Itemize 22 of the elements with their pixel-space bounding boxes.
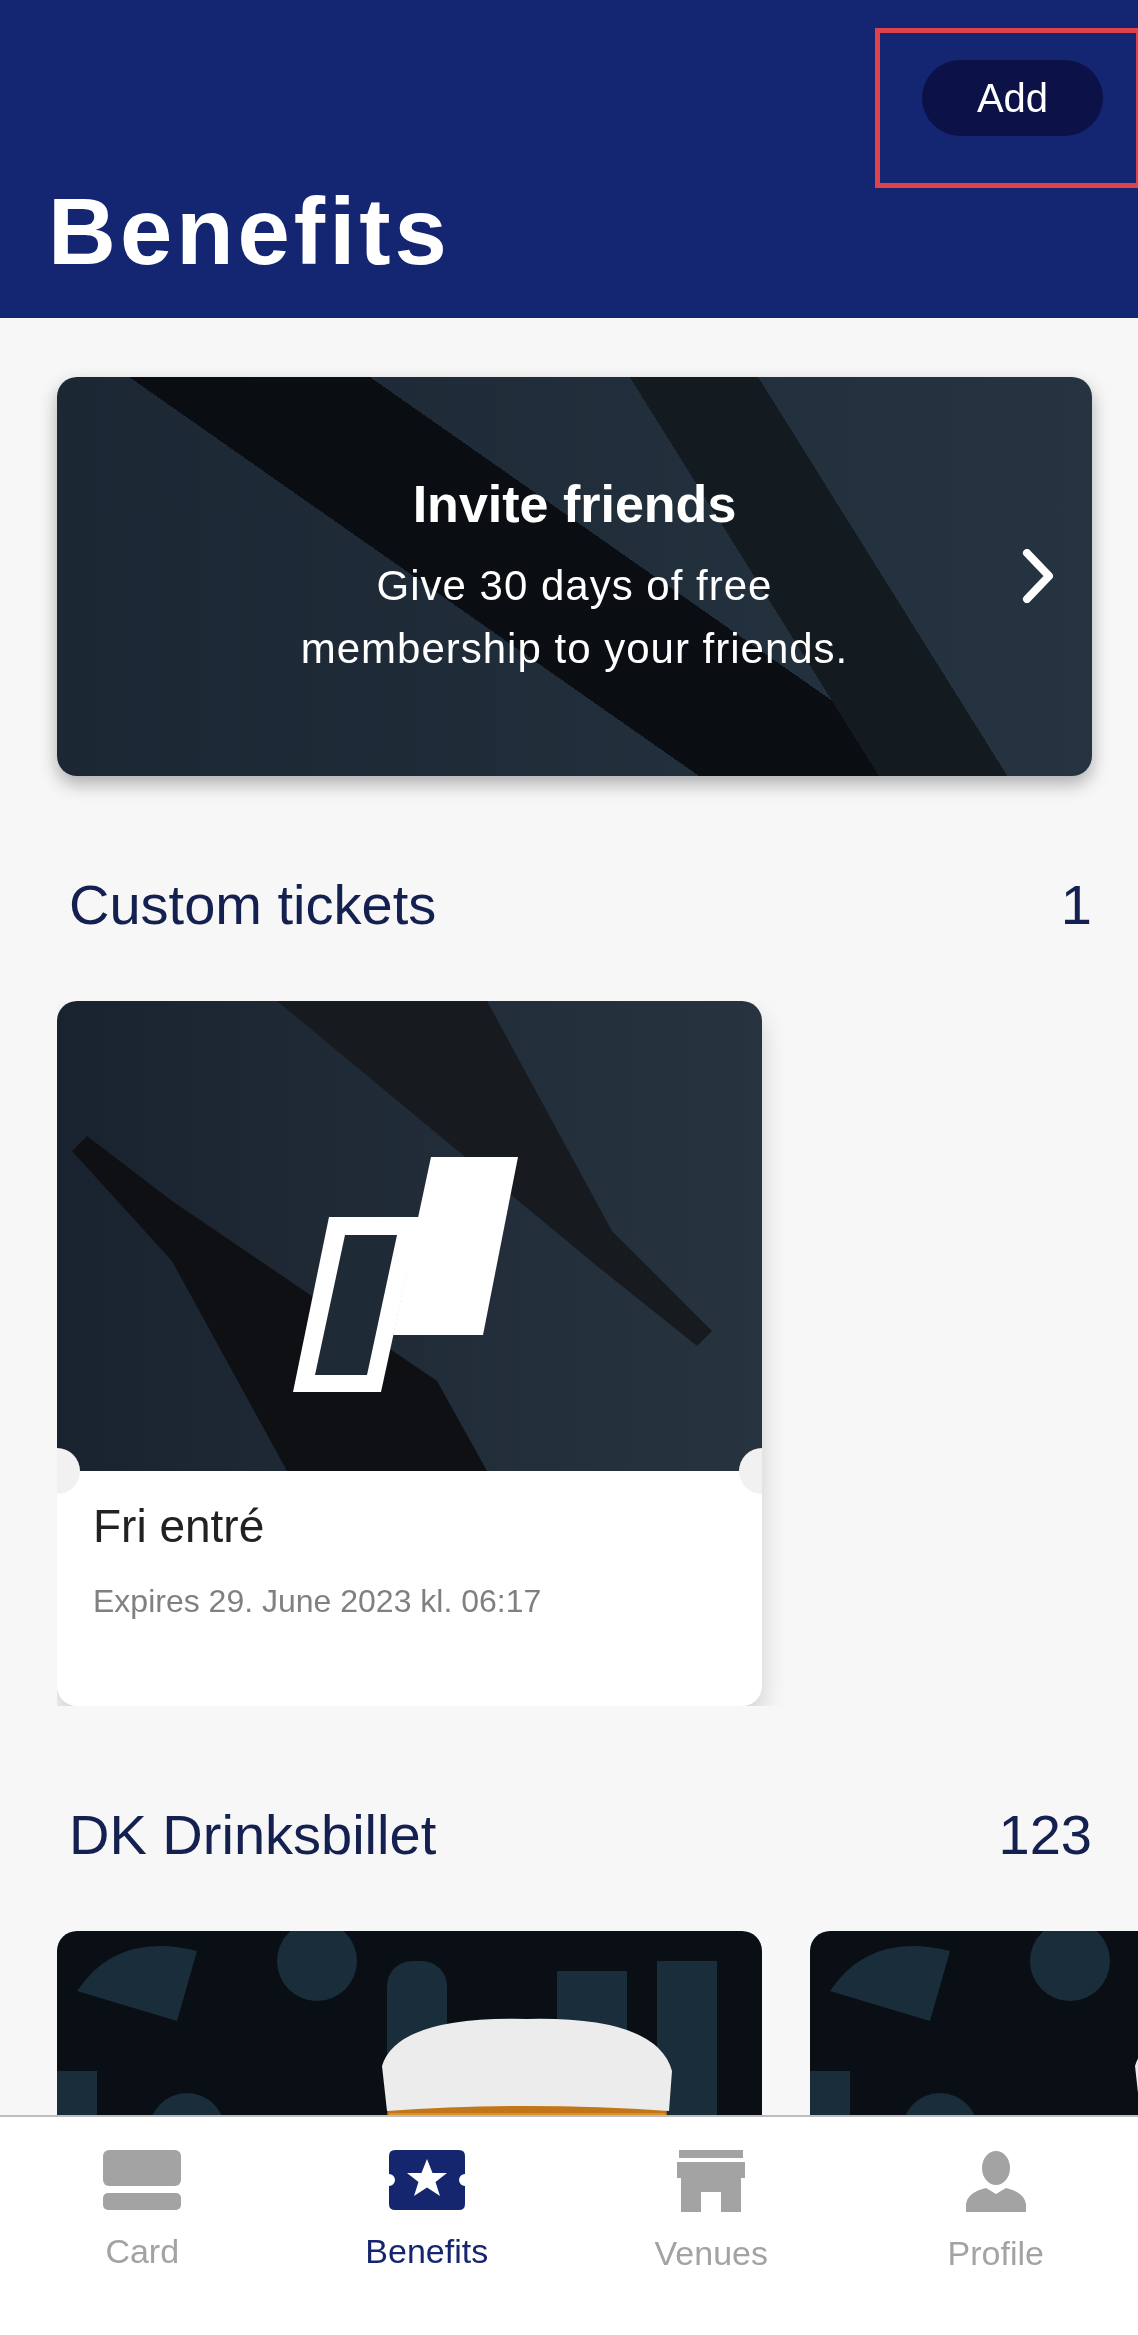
section-title: DK Drinksbillet — [69, 1802, 437, 1867]
tab-label: Benefits — [365, 2232, 489, 2271]
tab-label: Profile — [947, 2234, 1044, 2273]
ticket-star-icon — [388, 2150, 465, 2210]
chevron-right-icon — [1022, 549, 1054, 603]
expiry-date: Expires 29. June 2023 kl. 06:17 — [93, 1583, 543, 1620]
banner-text: Give 30 days of free membership to your friends. — [299, 560, 850, 674]
person-icon — [965, 2150, 1026, 2212]
tab-item[interactable]: Benefits — [284, 2150, 569, 2335]
tab-label: Card — [105, 2232, 180, 2271]
store-icon — [677, 2150, 746, 2212]
invite-banner[interactable]: Invite friends Give 30 days of free membership to your friends. — [57, 377, 1092, 776]
card-icon — [103, 2150, 182, 2210]
section-title: Custom tickets — [69, 872, 437, 937]
ticket-title: Fri entré — [93, 1499, 266, 1553]
page-title: Benefits — [48, 178, 451, 286]
add-button[interactable]: Add — [922, 60, 1103, 136]
tab-label: Venues — [654, 2234, 768, 2273]
banner-title: Invite friends — [412, 473, 737, 534]
ticket-card[interactable]: Fri entré Expires 29. June 2023 kl. 06:17 — [57, 1001, 762, 1706]
section-count: 1 — [1060, 872, 1092, 937]
section-count: 123 — [998, 1802, 1092, 1867]
